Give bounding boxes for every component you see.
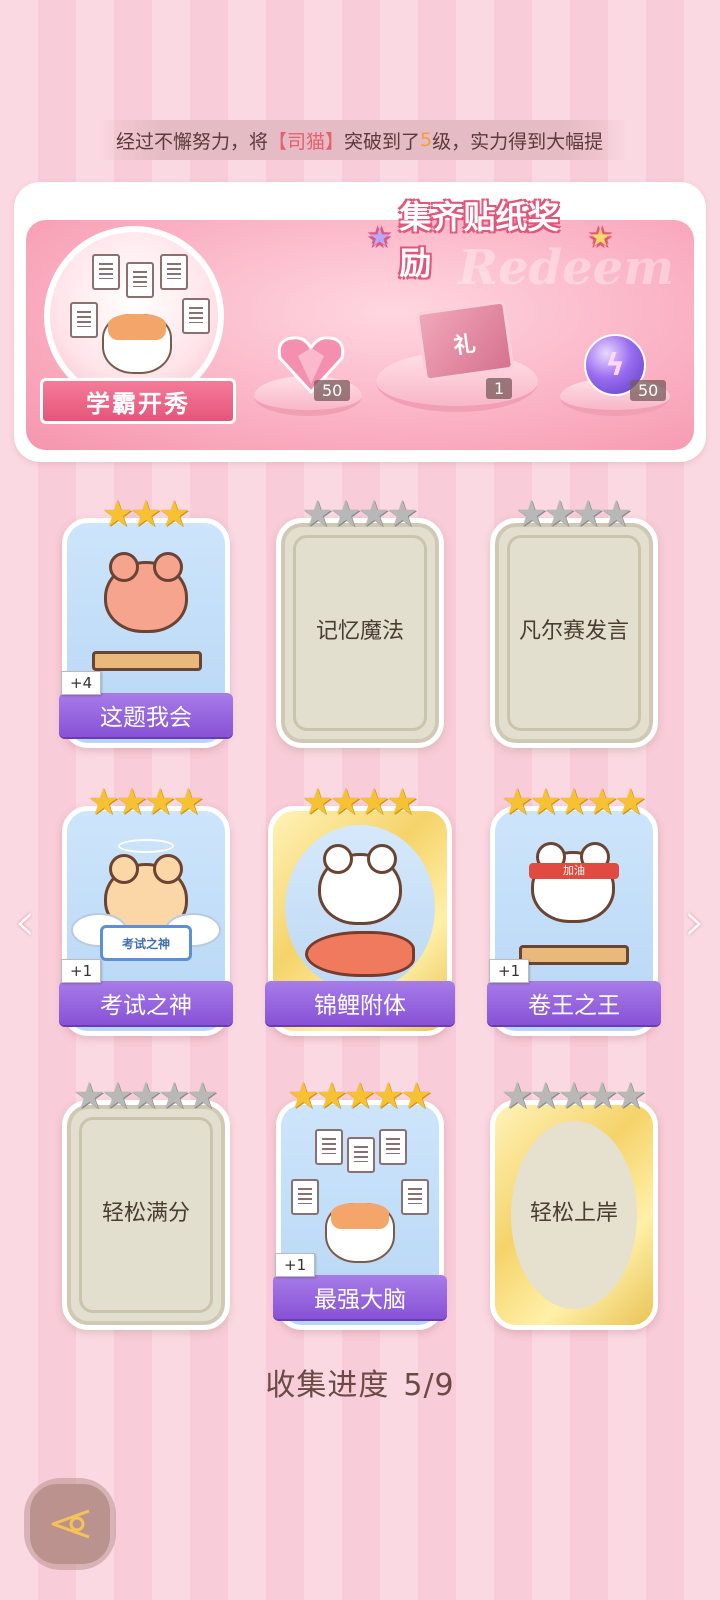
- cat-icon: [531, 842, 615, 923]
- card-name-label: 轻松满分: [101, 1201, 190, 1226]
- duplicate-count-badge: +1: [275, 1253, 316, 1277]
- sticker-card-3[interactable]: ★ ★ ★ ★ 凡尔赛发言: [490, 495, 658, 748]
- paper-icon: [126, 262, 154, 298]
- ticker-suffix: 级，实力得到大幅提: [432, 130, 604, 153]
- paper-icon: [347, 1137, 375, 1173]
- paper-icon: [160, 254, 188, 290]
- sticker-card-8[interactable]: ★ ★ ★ ★ ★ +1 最强大脑: [273, 1077, 447, 1330]
- star-rating: ★ ★ ★ ★ ★: [495, 1077, 653, 1117]
- duplicate-count-badge: +1: [61, 959, 102, 983]
- collection-progress: 收集进度 5/9: [0, 1360, 720, 1404]
- star-icon: ★: [172, 782, 205, 823]
- star-icon: ★: [614, 1076, 647, 1117]
- headband: 加油: [529, 863, 619, 879]
- banner-title: ★ 集齐贴纸奖励 ★: [360, 198, 620, 282]
- card-name-label: 记忆魔法: [315, 619, 404, 644]
- star-rating: ★ ★ ★ ★: [281, 495, 439, 535]
- desk-icon: [92, 651, 202, 671]
- ticker-prefix: 经过不懈努力，将: [116, 130, 269, 153]
- paper-icon: [315, 1129, 343, 1165]
- star-icon: ★: [186, 1076, 219, 1117]
- star-rating: ★ ★ ★ ★ ★: [281, 1077, 439, 1117]
- card-name-label: 锦鲤附体: [265, 981, 455, 1025]
- star-icon: ★: [386, 782, 419, 823]
- paper-icon: [92, 254, 120, 290]
- paper-icon: [379, 1129, 407, 1165]
- card-name-label: 卷王之王: [487, 981, 661, 1025]
- banner-title-text: 集齐贴纸奖励: [399, 198, 560, 282]
- cat-icon: [325, 1203, 395, 1263]
- duplicate-count-badge: +4: [61, 671, 102, 695]
- cat-icon: [102, 314, 172, 374]
- sticker-card-6[interactable]: ★ ★ ★ ★ ★ 加油 +1 卷王之王: [487, 783, 661, 1036]
- reward-count: 50: [314, 380, 351, 401]
- bear-icon: [104, 552, 188, 633]
- bear-at-desk-illustration: [76, 551, 216, 691]
- reward-count: 1: [486, 378, 513, 399]
- star-rating: ★ ★ ★ ★ ★: [495, 783, 653, 823]
- back-arrow-icon: [51, 1509, 90, 1539]
- koi-fish-icon: [305, 931, 415, 977]
- star-rating: ★ ★ ★ ★: [495, 495, 653, 535]
- exam-god-sign: 考试之神: [100, 925, 192, 961]
- star-sparkle-icon: ★: [588, 223, 612, 253]
- star-icon: ★: [600, 494, 633, 535]
- card-name-label: 轻松上岸: [529, 1201, 618, 1226]
- progress-value: 5/9: [403, 1368, 455, 1403]
- card-name-label: 考试之神: [59, 981, 233, 1025]
- ticker-level: 5: [420, 129, 433, 151]
- halo-icon: [118, 839, 174, 853]
- progress-label: 收集进度: [265, 1368, 390, 1403]
- card-name-label: 凡尔赛发言: [518, 619, 629, 644]
- ticker-highlight: 【司猫】: [268, 130, 345, 153]
- sticker-card-7[interactable]: ★ ★ ★ ★ ★ 轻松满分: [62, 1077, 230, 1330]
- star-rating: ★ ★ ★ ★: [67, 783, 225, 823]
- gift-box-icon[interactable]: [415, 300, 515, 382]
- cat-with-papers-illustration: [285, 1123, 435, 1273]
- paper-icon: [291, 1179, 319, 1215]
- badge-ribbon: 学霸开秀: [40, 378, 236, 424]
- bear-icon: [318, 844, 402, 925]
- star-sparkle-icon: ★: [368, 223, 392, 253]
- star-icon: ★: [400, 1076, 433, 1117]
- chevron-right-icon[interactable]: ›: [684, 890, 706, 953]
- sticker-card-9[interactable]: ★ ★ ★ ★ ★ 轻松上岸: [490, 1077, 658, 1330]
- sticker-card-1[interactable]: ★ ★ ★ +4 这题我会: [59, 495, 233, 748]
- back-button[interactable]: [24, 1478, 116, 1570]
- desk-icon: [519, 945, 629, 965]
- star-rating: ★ ★ ★: [67, 495, 225, 535]
- chevron-left-icon[interactable]: ‹: [14, 890, 36, 953]
- reward-count: 50: [630, 380, 667, 401]
- star-rating: ★ ★ ★ ★: [273, 783, 447, 823]
- sticker-card-5[interactable]: ★ ★ ★ ★ 锦鲤附体: [265, 783, 455, 1036]
- ticker-middle: 突破到了: [344, 130, 421, 153]
- star-icon: ★: [158, 494, 191, 535]
- duplicate-count-badge: +1: [489, 959, 530, 983]
- card-name-label: 这题我会: [59, 693, 233, 737]
- paper-icon: [182, 298, 210, 334]
- announcement-ticker: 经过不懈努力，将 【司猫】 突破到了 5 级，实力得到大幅提: [98, 120, 628, 160]
- card-name-label: 最强大脑: [273, 1275, 447, 1319]
- bear-with-koi-illustration: [285, 844, 435, 987]
- sticker-card-4[interactable]: ★ ★ ★ ★ 考试之神 +1 考试之神: [59, 783, 233, 1036]
- star-icon: ★: [386, 494, 419, 535]
- star-icon: ★: [614, 782, 647, 823]
- star-rating: ★ ★ ★ ★ ★: [67, 1077, 225, 1117]
- paper-icon: [401, 1179, 429, 1215]
- sticker-card-2[interactable]: ★ ★ ★ ★ 记忆魔法: [276, 495, 444, 748]
- paper-icon: [70, 302, 98, 338]
